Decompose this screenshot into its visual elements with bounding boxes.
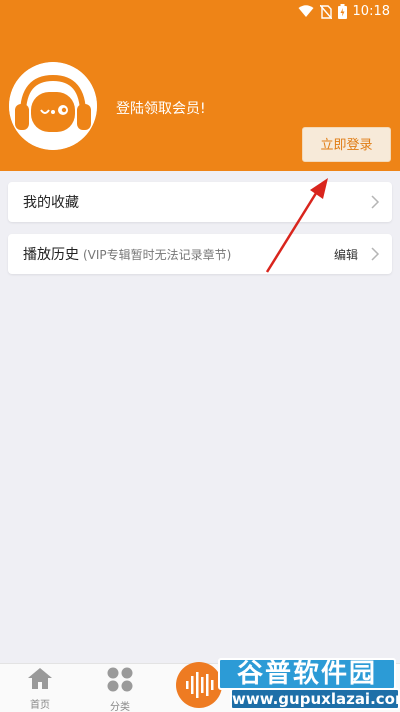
grid-icon: [107, 667, 133, 692]
tab-home[interactable]: 首页: [10, 666, 70, 711]
tab-category-label: 分类: [110, 702, 130, 712]
annotation-arrow: [265, 178, 328, 273]
watermark-title: 谷普软件园: [218, 658, 396, 690]
site-watermark: 谷普软件园 www.gupuxlazai.com: [216, 658, 400, 712]
tab-home-label: 首页: [30, 700, 50, 711]
watermark-url: www.gupuxlazai.com: [230, 688, 400, 710]
tab-category[interactable]: 分类: [90, 666, 150, 712]
home-icon: [28, 668, 52, 689]
